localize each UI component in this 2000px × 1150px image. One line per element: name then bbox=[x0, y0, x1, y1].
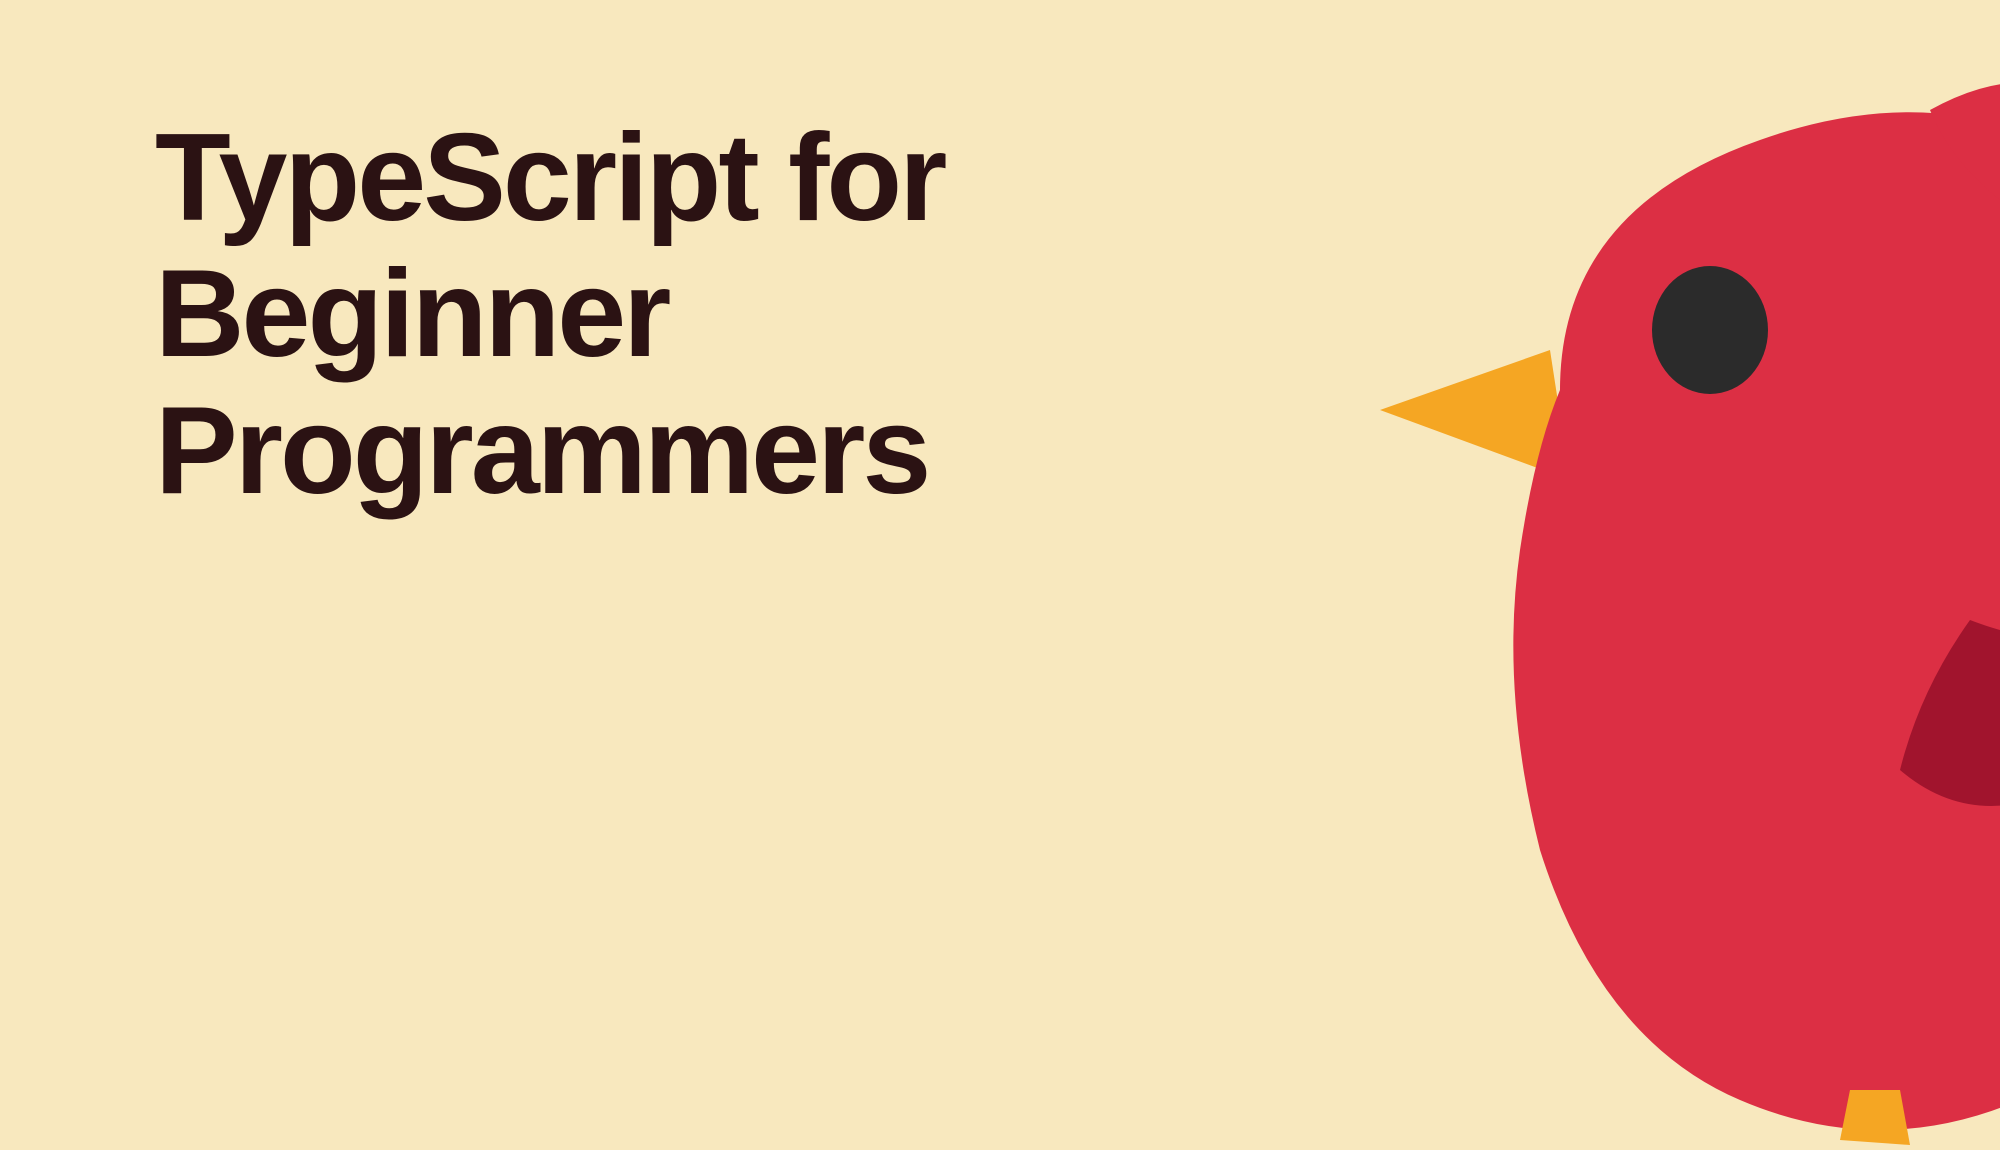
bird-illustration bbox=[1100, 0, 2000, 1000]
hero-title: TypeScript forBeginnerProgrammers bbox=[155, 110, 944, 519]
bird-icon bbox=[1100, 50, 2000, 1150]
